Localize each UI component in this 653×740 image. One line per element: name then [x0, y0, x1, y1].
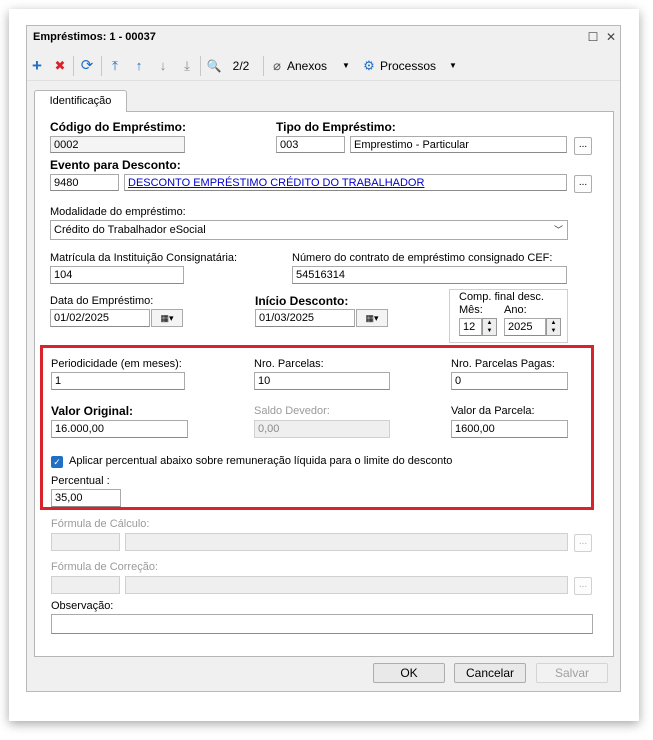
window-title: Empréstimos: 1 - 00037	[33, 31, 156, 43]
formula-correcao-code-field	[51, 576, 120, 594]
paperclip-icon[interactable]: ⌀	[271, 57, 283, 75]
save-button[interactable]: Salvar	[536, 663, 608, 683]
toolbar-separator	[101, 56, 102, 76]
previous-record-icon[interactable]: ↑	[131, 57, 147, 75]
inicio-desconto-field[interactable]: 01/03/2025	[255, 309, 355, 327]
title-bar: Empréstimos: 1 - 00037 ☐ ✕	[27, 26, 620, 49]
percentual-label: Percentual :	[51, 475, 110, 487]
add-icon[interactable]: +	[29, 57, 45, 75]
saldo-devedor-label: Saldo Devedor:	[254, 405, 330, 417]
ano-label: Ano:	[504, 304, 527, 316]
chevron-down-icon[interactable]: ▼	[449, 57, 457, 75]
evento-code-field[interactable]: 9480	[50, 174, 119, 191]
close-icon[interactable]: ✕	[604, 30, 618, 44]
matricula-field[interactable]: 104	[50, 266, 184, 284]
mes-field[interactable]: 12	[459, 318, 482, 336]
formula-correcao-lookup-button[interactable]: ...	[574, 577, 592, 595]
tipo-label: Tipo do Empréstimo:	[276, 120, 396, 134]
formula-calculo-lookup-button[interactable]: ...	[574, 534, 592, 552]
saldo-devedor-field: 0,00	[254, 420, 390, 438]
contrato-label: Número do contrato de empréstimo consign…	[292, 252, 553, 264]
inicio-desconto-label: Início Desconto:	[255, 294, 349, 308]
tipo-description-field: Emprestimo - Particular	[350, 136, 567, 153]
modalidade-select[interactable]: Crédito do Trabalhador eSocial ﹀	[50, 220, 568, 240]
parcelas-field[interactable]: 10	[254, 372, 390, 390]
attachments-button[interactable]: Anexos	[287, 57, 327, 75]
chevron-down-icon[interactable]: ▼	[342, 57, 350, 75]
last-record-icon[interactable]: ⤓	[179, 57, 195, 75]
calendar-icon[interactable]: ▦▾	[151, 309, 183, 327]
data-emprestimo-label: Data do Empréstimo:	[50, 295, 154, 307]
valor-parcela-label: Valor da Parcela:	[451, 405, 535, 417]
ok-button[interactable]: OK	[373, 663, 445, 683]
toolbar-separator	[263, 56, 264, 76]
tipo-code-field[interactable]: 003	[276, 136, 345, 153]
formula-correcao-label: Fórmula de Correção:	[51, 561, 158, 573]
parcelas-pagas-field[interactable]: 0	[451, 372, 568, 390]
maximize-icon[interactable]: ☐	[586, 30, 600, 44]
toolbar-separator	[200, 56, 201, 76]
formula-calculo-code-field	[51, 533, 120, 551]
search-icon[interactable]: 🔍	[205, 57, 223, 75]
modalidade-value: Crédito do Trabalhador eSocial	[54, 224, 206, 236]
contrato-field[interactable]: 54516314	[292, 266, 567, 284]
mes-stepper[interactable]: ▲ ▼	[482, 318, 497, 336]
data-emprestimo-field[interactable]: 01/02/2025	[50, 309, 150, 327]
percentual-field[interactable]: 35,00	[51, 489, 121, 507]
formula-calculo-label: Fórmula de Cálculo:	[51, 518, 150, 530]
formula-calculo-description-field	[125, 533, 568, 551]
chevron-down-icon: ﹀	[553, 225, 563, 235]
delete-icon[interactable]: ✖	[52, 57, 68, 75]
cancel-button[interactable]: Cancelar	[454, 663, 526, 683]
tab-identificacao[interactable]: Identificação	[34, 90, 127, 112]
ano-field[interactable]: 2025	[504, 318, 546, 336]
aplicar-percentual-checkbox[interactable]: ✓	[51, 456, 63, 468]
parcelas-pagas-label: Nro. Parcelas Pagas:	[451, 358, 555, 370]
refresh-icon[interactable]: ⟳	[79, 57, 95, 75]
processes-button[interactable]: Processos	[380, 57, 436, 75]
codigo-label: Código do Empréstimo:	[50, 120, 186, 134]
modalidade-label: Modalidade do empréstimo:	[50, 206, 186, 218]
record-counter: 2/2	[232, 59, 250, 73]
periodicidade-label: Periodicidade (em meses):	[51, 358, 182, 370]
evento-description-link[interactable]: DESCONTO EMPRÉSTIMO CRÉDITO DO TRABALHAD…	[124, 174, 567, 191]
periodicidade-field[interactable]: 1	[51, 372, 185, 390]
aplicar-percentual-label: Aplicar percentual abaixo sobre remunera…	[69, 455, 453, 467]
loan-dialog: Empréstimos: 1 - 00037 ☐ ✕ + ✖ ⟳ ⤒ ↑ ↓ ⤓…	[26, 25, 621, 692]
codigo-field[interactable]: 0002	[50, 136, 185, 153]
toolbar-separator	[73, 56, 74, 76]
first-record-icon[interactable]: ⤒	[107, 57, 123, 75]
valor-original-field[interactable]: 16.000,00	[51, 420, 188, 438]
formula-correcao-description-field	[125, 576, 568, 594]
mes-label: Mês:	[459, 304, 483, 316]
matricula-label: Matrícula da Instituição Consignatária:	[50, 252, 238, 264]
ano-stepper[interactable]: ▲ ▼	[546, 318, 561, 336]
gear-icon[interactable]: ⚙	[362, 57, 376, 75]
valor-original-label: Valor Original:	[51, 404, 134, 418]
evento-lookup-button[interactable]: ...	[574, 175, 592, 193]
calendar-icon[interactable]: ▦▾	[356, 309, 388, 327]
next-record-icon[interactable]: ↓	[155, 57, 171, 75]
tipo-lookup-button[interactable]: ...	[574, 137, 592, 155]
valor-parcela-field[interactable]: 1600,00	[451, 420, 568, 438]
parcelas-label: Nro. Parcelas:	[254, 358, 324, 370]
toolbar: + ✖ ⟳ ⤒ ↑ ↓ ⤓ 🔍 2/2 ⌀ Anexos ▼ ⚙ Process…	[27, 52, 620, 81]
evento-label: Evento para Desconto:	[50, 158, 181, 172]
observacao-field[interactable]	[51, 614, 593, 634]
observacao-label: Observação:	[51, 600, 114, 612]
comp-final-label: Comp. final desc.	[459, 291, 544, 303]
